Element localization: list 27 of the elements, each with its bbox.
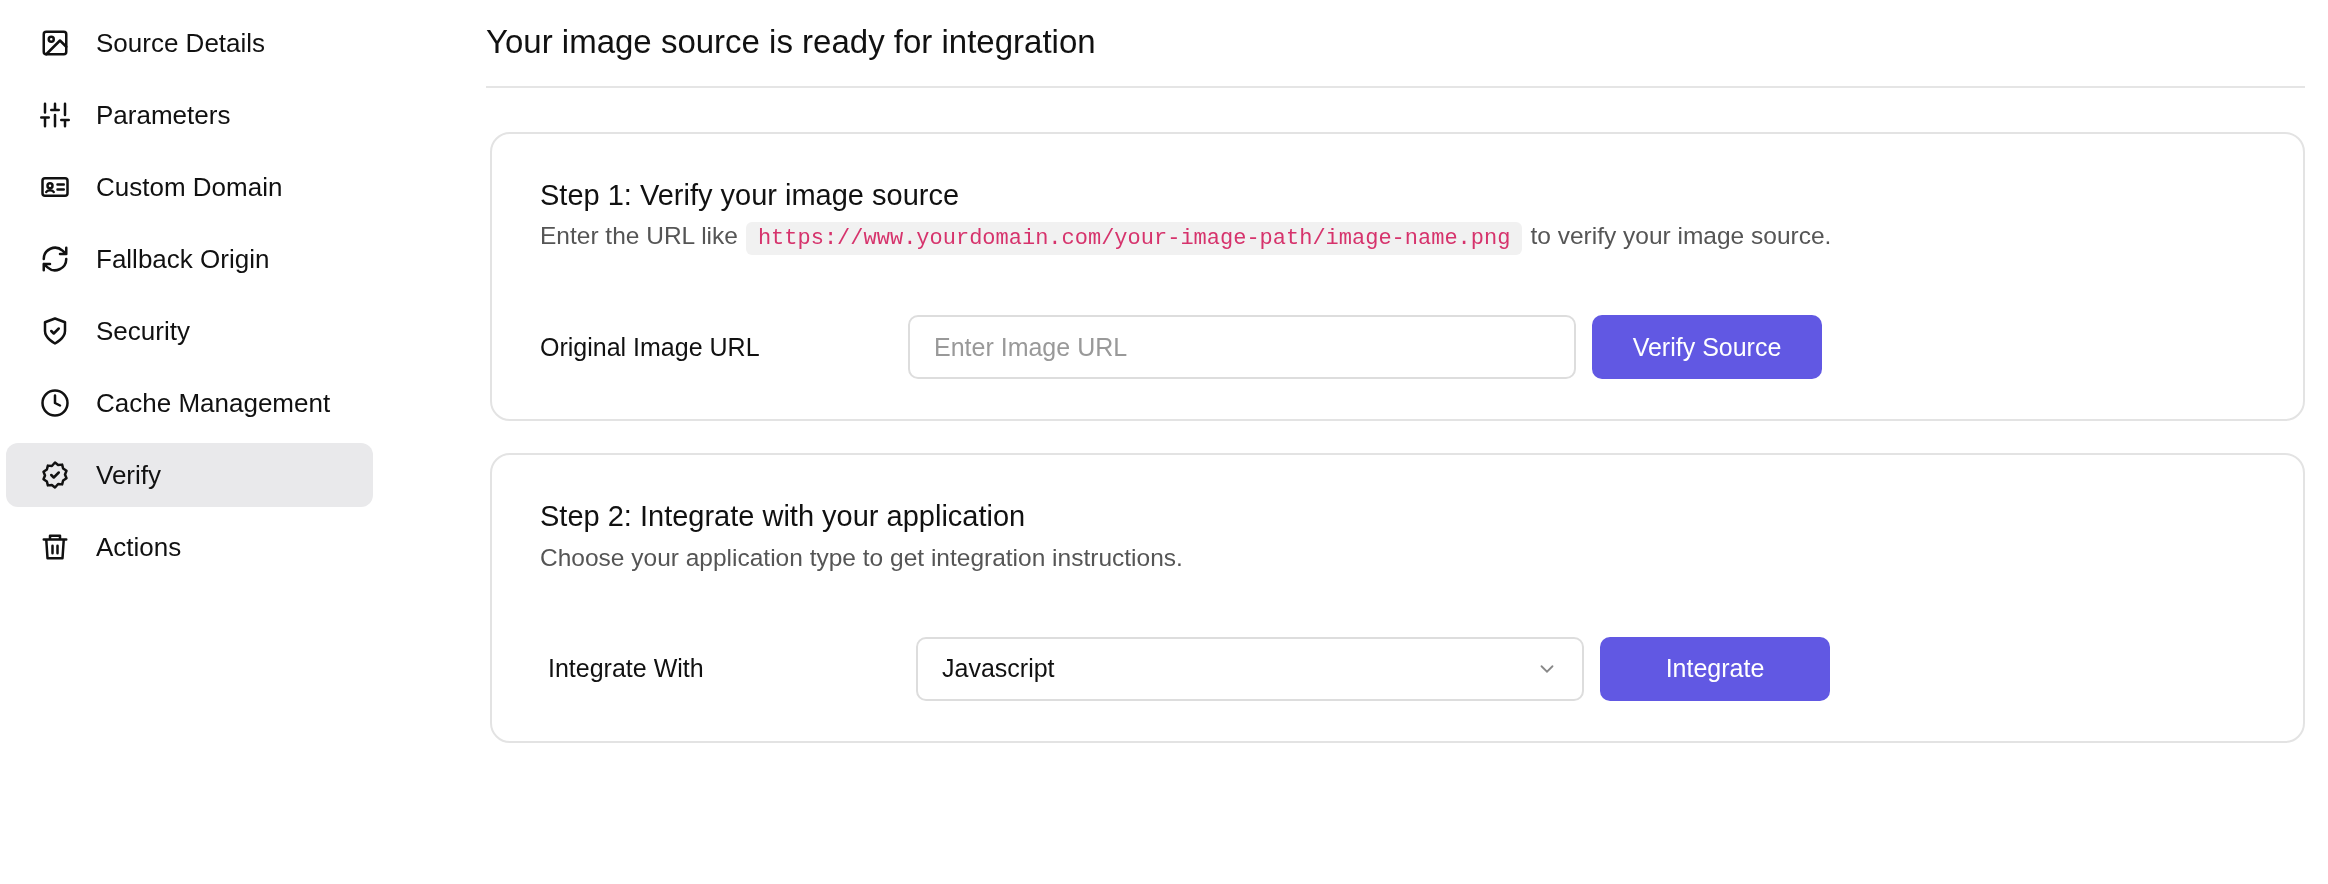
code-snippet: https://www.yourdomain.com/your-image-path/image-name.png bbox=[745, 222, 1523, 256]
integrate-button[interactable]: Integrate bbox=[1600, 636, 1830, 701]
page-title: Your image source is ready for integration bbox=[486, 22, 2305, 88]
sidebar-item[interactable]: Fallback Origin bbox=[6, 227, 373, 291]
image-icon bbox=[40, 28, 70, 58]
sidebar-item[interactable]: Cache Management bbox=[6, 371, 373, 435]
trash-icon bbox=[40, 532, 70, 562]
sidebar-item[interactable]: Security bbox=[6, 299, 373, 363]
field-label: Original Image URL bbox=[540, 331, 761, 363]
description-text: Enter the URL like bbox=[540, 222, 738, 250]
clock-icon bbox=[40, 388, 70, 418]
field-label: Integrate With bbox=[548, 653, 705, 685]
description-text: to verify your image source. bbox=[1530, 222, 1832, 250]
description-text: Choose your application type to get integration instructions. bbox=[540, 544, 1183, 572]
verify-button[interactable]: Verify Source bbox=[1592, 315, 1822, 380]
badge-check-icon bbox=[40, 460, 70, 490]
refresh-icon bbox=[40, 244, 70, 274]
sliders-icon bbox=[40, 100, 70, 130]
select-dropdown[interactable]: Javascript bbox=[916, 636, 1584, 701]
sidebar-item[interactable]: Actions bbox=[6, 515, 373, 579]
sidebar-item[interactable]: Custom Domain bbox=[6, 155, 373, 219]
sidebar-item[interactable]: Source Details bbox=[6, 11, 373, 75]
step-heading: Step 2: Integrate with your application bbox=[540, 499, 1027, 535]
step-heading: Step 1: Verify your image source bbox=[540, 177, 961, 213]
url-input-field[interactable]: Enter Image URL bbox=[908, 315, 1576, 380]
sidebar-item[interactable]: Verify bbox=[6, 443, 373, 507]
sidebar-item[interactable]: Parameters bbox=[6, 83, 373, 147]
